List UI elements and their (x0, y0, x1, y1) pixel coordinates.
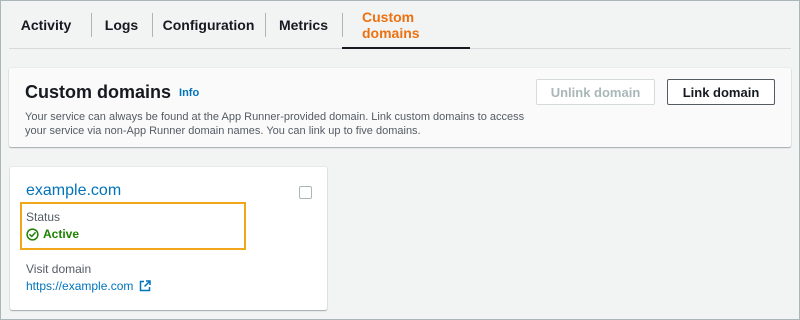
visit-domain-link[interactable]: https://example.com (26, 279, 152, 293)
external-link-icon (140, 280, 152, 292)
tab-label: Metrics (278, 17, 329, 33)
tab-label: Activity (20, 17, 72, 33)
link-domain-button[interactable]: Link domain (667, 79, 775, 105)
tab-custom-domains[interactable]: Custom domains (342, 1, 470, 49)
tab-logs[interactable]: Logs (91, 1, 152, 49)
status-text: Active (43, 227, 80, 241)
tab-metrics[interactable]: Metrics (265, 1, 342, 49)
visit-domain-label: Visit domain (26, 262, 92, 276)
domain-select-checkbox[interactable] (299, 186, 312, 199)
status-value: Active (26, 227, 79, 241)
tab-configuration[interactable]: Configuration (152, 1, 265, 49)
custom-domains-panel: Custom domains Info Your service can alwa… (9, 68, 791, 147)
domain-card: example.com Status Active Visit domain h… (10, 167, 327, 310)
tab-label: Logs (104, 17, 139, 33)
check-circle-icon (26, 227, 39, 241)
tab-activity[interactable]: Activity (1, 1, 91, 49)
unlink-domain-button[interactable]: Unlink domain (536, 79, 655, 105)
tab-label: Configuration (162, 17, 255, 33)
status-label: Status (26, 210, 61, 224)
domain-name-link[interactable]: example.com (26, 182, 121, 200)
info-link[interactable]: Info (179, 87, 199, 99)
panel-title: Custom domains Info (25, 82, 199, 103)
tab-label: Custom domains (362, 9, 420, 41)
tab-bar: Activity Logs Configuration Metrics Cust… (1, 1, 799, 49)
visit-url: https://example.com (26, 279, 134, 293)
panel-description: Your service can always be found at the … (25, 111, 525, 137)
panel-title-text: Custom domains (25, 82, 172, 102)
